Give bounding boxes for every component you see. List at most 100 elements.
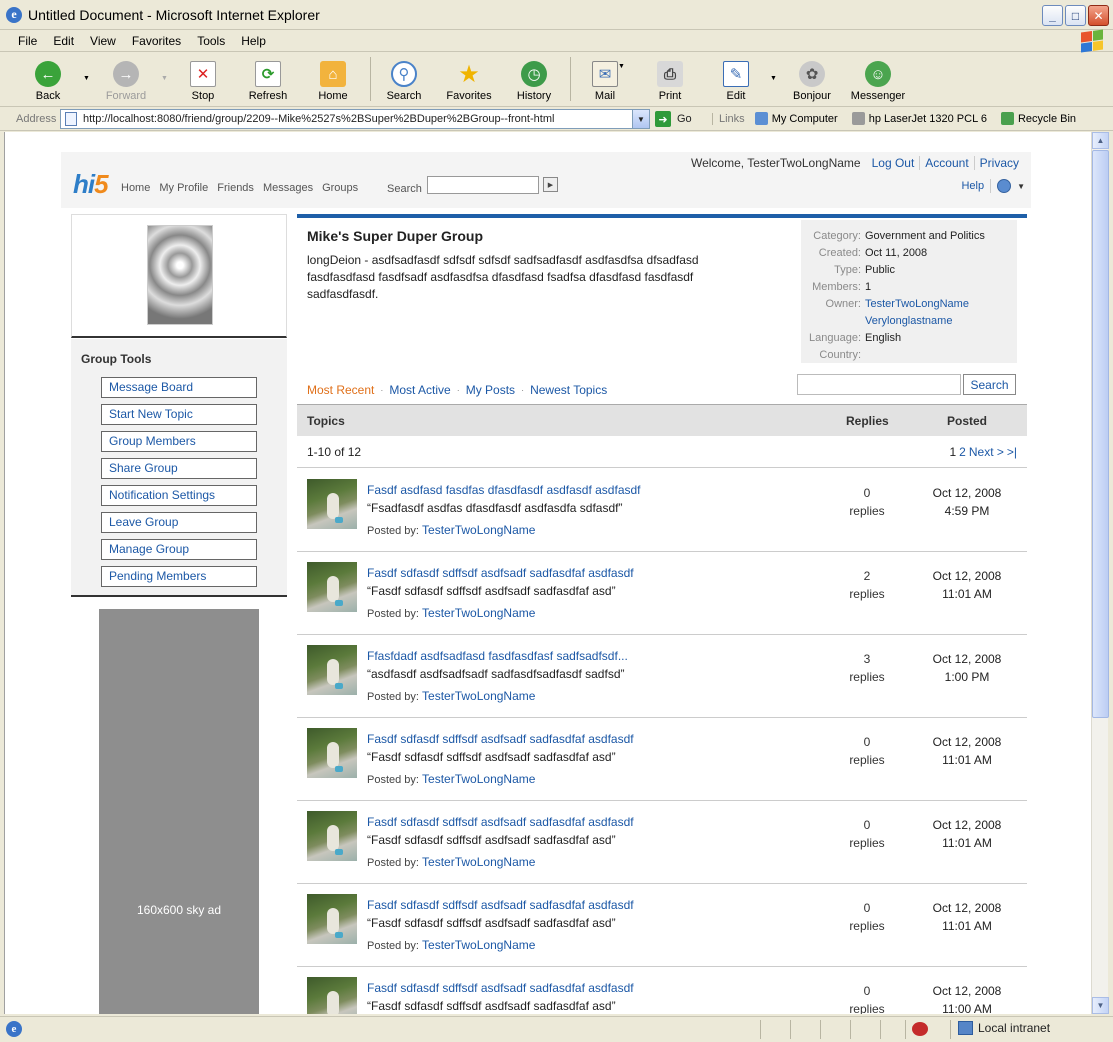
filter-most-active[interactable]: Most Active	[389, 383, 450, 397]
topic-title-link[interactable]: Fasdf sdfasdf sdffsdf asdfsadf sadfasdfa…	[367, 815, 634, 829]
topic-author-link[interactable]: TesterTwoLongName	[422, 938, 535, 952]
stop-button[interactable]: ✕ Stop	[173, 57, 233, 102]
refresh-button[interactable]: ⟳ Refresh	[238, 57, 298, 102]
group-photo[interactable]	[147, 225, 213, 325]
leave-group-button[interactable]: Leave Group	[101, 512, 257, 533]
address-dropdown-icon[interactable]: ▼	[632, 110, 649, 128]
history-button[interactable]: ◷ History	[504, 57, 564, 102]
topic-title-link[interactable]: Ffasfdadf asdfsadfasd fasdfasdfasf sadfs…	[367, 649, 628, 663]
help-link[interactable]: Help	[961, 180, 984, 192]
back-button[interactable]: ← Back	[18, 57, 78, 102]
nav-my-profile[interactable]: My Profile	[159, 182, 208, 194]
link-recycle-bin[interactable]: Recycle Bin	[1000, 112, 1076, 125]
language-dropdown-icon[interactable]: ▼	[1017, 182, 1025, 191]
language-globe-icon[interactable]	[997, 179, 1012, 193]
topic-author-link[interactable]: TesterTwoLongName	[422, 772, 535, 786]
privacy-link[interactable]: Privacy	[980, 156, 1019, 170]
link-printer[interactable]: hp LaserJet 1320 PCL 6	[851, 112, 987, 125]
vertical-scrollbar[interactable]: ▲ ▼	[1091, 132, 1109, 1014]
close-button[interactable]: ✕	[1088, 5, 1109, 26]
account-link[interactable]: Account	[925, 156, 968, 170]
group-members-button[interactable]: Group Members	[101, 431, 257, 452]
topic-search-input[interactable]	[797, 374, 961, 395]
print-button[interactable]: ⎙ Print	[640, 57, 700, 102]
notification-settings-button[interactable]: Notification Settings	[101, 485, 257, 506]
topic-author-avatar[interactable]	[307, 894, 357, 944]
nav-home[interactable]: Home	[121, 182, 150, 194]
topic-author-link[interactable]: TesterTwoLongName	[422, 689, 535, 703]
edit-dropdown-icon[interactable]: ▼	[770, 75, 777, 82]
bonjour-icon: ✿	[799, 61, 825, 87]
menu-edit[interactable]: Edit	[53, 34, 74, 48]
last-page-link[interactable]: >|	[1007, 445, 1017, 459]
topic-title-link[interactable]: Fasdf sdfasdf sdffsdf asdfsadf sadfasdfa…	[367, 981, 634, 995]
scroll-up-icon[interactable]: ▲	[1092, 132, 1109, 149]
forward-button[interactable]: → Forward	[96, 57, 156, 102]
message-board-button[interactable]: Message Board	[101, 377, 257, 398]
menu-favorites[interactable]: Favorites	[132, 34, 181, 48]
page-2-link[interactable]: 2	[959, 445, 966, 459]
reply-count: 0	[863, 735, 871, 749]
category-label: Category:	[813, 230, 861, 242]
topic-author-avatar[interactable]	[307, 645, 357, 695]
go-button[interactable]: ➜ Go	[655, 111, 692, 127]
link-my-computer[interactable]: My Computer	[754, 112, 838, 125]
topic-title-link[interactable]: Fasdf sdfasdf sdffsdf asdfsadf sadfasdfa…	[367, 566, 634, 580]
scroll-down-icon[interactable]: ▼	[1092, 997, 1109, 1014]
share-group-button[interactable]: Share Group	[101, 458, 257, 479]
back-dropdown-icon[interactable]: ▼	[83, 75, 90, 82]
topic-author-avatar[interactable]	[307, 977, 357, 1014]
topic-title-link[interactable]: Fasdf sdfasdf sdffsdf asdfsadf sadfasdfa…	[367, 732, 634, 746]
nav-groups[interactable]: Groups	[322, 182, 358, 194]
privacy-report-icon[interactable]	[912, 1022, 928, 1036]
topic-title-link[interactable]: Fasdf asdfasd fasdfas dfasdfasdf asdfasd…	[367, 483, 641, 497]
edit-button[interactable]: ✎ Edit	[706, 57, 766, 102]
filter-my-posts[interactable]: My Posts	[466, 383, 515, 397]
menu-view[interactable]: View	[90, 34, 116, 48]
start-new-topic-button[interactable]: Start New Topic	[101, 404, 257, 425]
home-button[interactable]: ⌂ Home	[303, 57, 363, 102]
header-search-button[interactable]: ▶	[543, 177, 558, 192]
menu-file[interactable]: File	[18, 34, 37, 48]
menu-tools[interactable]: Tools	[197, 34, 225, 48]
filter-most-recent[interactable]: Most Recent	[307, 383, 374, 397]
nav-messages[interactable]: Messages	[263, 182, 313, 194]
group-info-box: Category: Government and Politics Created…	[801, 220, 1017, 363]
bonjour-button[interactable]: ✿ Bonjour	[782, 57, 842, 102]
toolbar-separator	[370, 57, 371, 101]
pending-members-button[interactable]: Pending Members	[101, 566, 257, 587]
logout-link[interactable]: Log Out	[872, 156, 915, 170]
favorites-button[interactable]: ★ Favorites	[439, 57, 499, 103]
address-input[interactable]: http://localhost:8080/friend/group/2209-…	[60, 109, 650, 129]
manage-group-button[interactable]: Manage Group	[101, 539, 257, 560]
posted-date: Oct 12, 2008	[932, 984, 1002, 998]
forward-dropdown-icon[interactable]: ▼	[161, 75, 168, 82]
menu-help[interactable]: Help	[241, 34, 266, 48]
filter-newest-topics[interactable]: Newest Topics	[530, 383, 607, 397]
hi5-logo[interactable]: hi5	[73, 169, 109, 200]
topic-search-button[interactable]: Search	[963, 374, 1016, 395]
topic-author-avatar[interactable]	[307, 479, 357, 529]
owner-link-lastname[interactable]: Verylonglastname	[865, 313, 952, 330]
mail-dropdown-icon[interactable]: ▼	[618, 63, 625, 70]
mail-button[interactable]: ✉ Mail	[575, 57, 635, 102]
topic-author-link[interactable]: TesterTwoLongName	[422, 523, 535, 537]
topic-author-link[interactable]: TesterTwoLongName	[422, 606, 535, 620]
search-button[interactable]: ⚲ Search	[374, 57, 434, 102]
nav-friends[interactable]: Friends	[217, 182, 254, 194]
maximize-button[interactable]: □	[1065, 5, 1086, 26]
sky-ad[interactable]: 160x600 sky ad	[99, 609, 259, 1014]
messenger-button[interactable]: ☺ Messenger	[848, 57, 908, 102]
topic-author-avatar[interactable]	[307, 728, 357, 778]
scroll-thumb[interactable]	[1092, 150, 1109, 718]
topic-author-link[interactable]: TesterTwoLongName	[422, 855, 535, 869]
topic-author-avatar[interactable]	[307, 811, 357, 861]
header-search-input[interactable]	[427, 176, 539, 194]
minimize-button[interactable]: _	[1042, 5, 1063, 26]
reply-count: 2	[863, 569, 871, 583]
topic-title-link[interactable]: Fasdf sdfasdf sdffsdf asdfsadf sadfasdfa…	[367, 898, 634, 912]
next-page-link[interactable]: Next >	[969, 445, 1004, 459]
topic-replies: 0 replies	[827, 899, 907, 935]
topic-author-avatar[interactable]	[307, 562, 357, 612]
owner-link[interactable]: TesterTwoLongName	[865, 296, 969, 313]
